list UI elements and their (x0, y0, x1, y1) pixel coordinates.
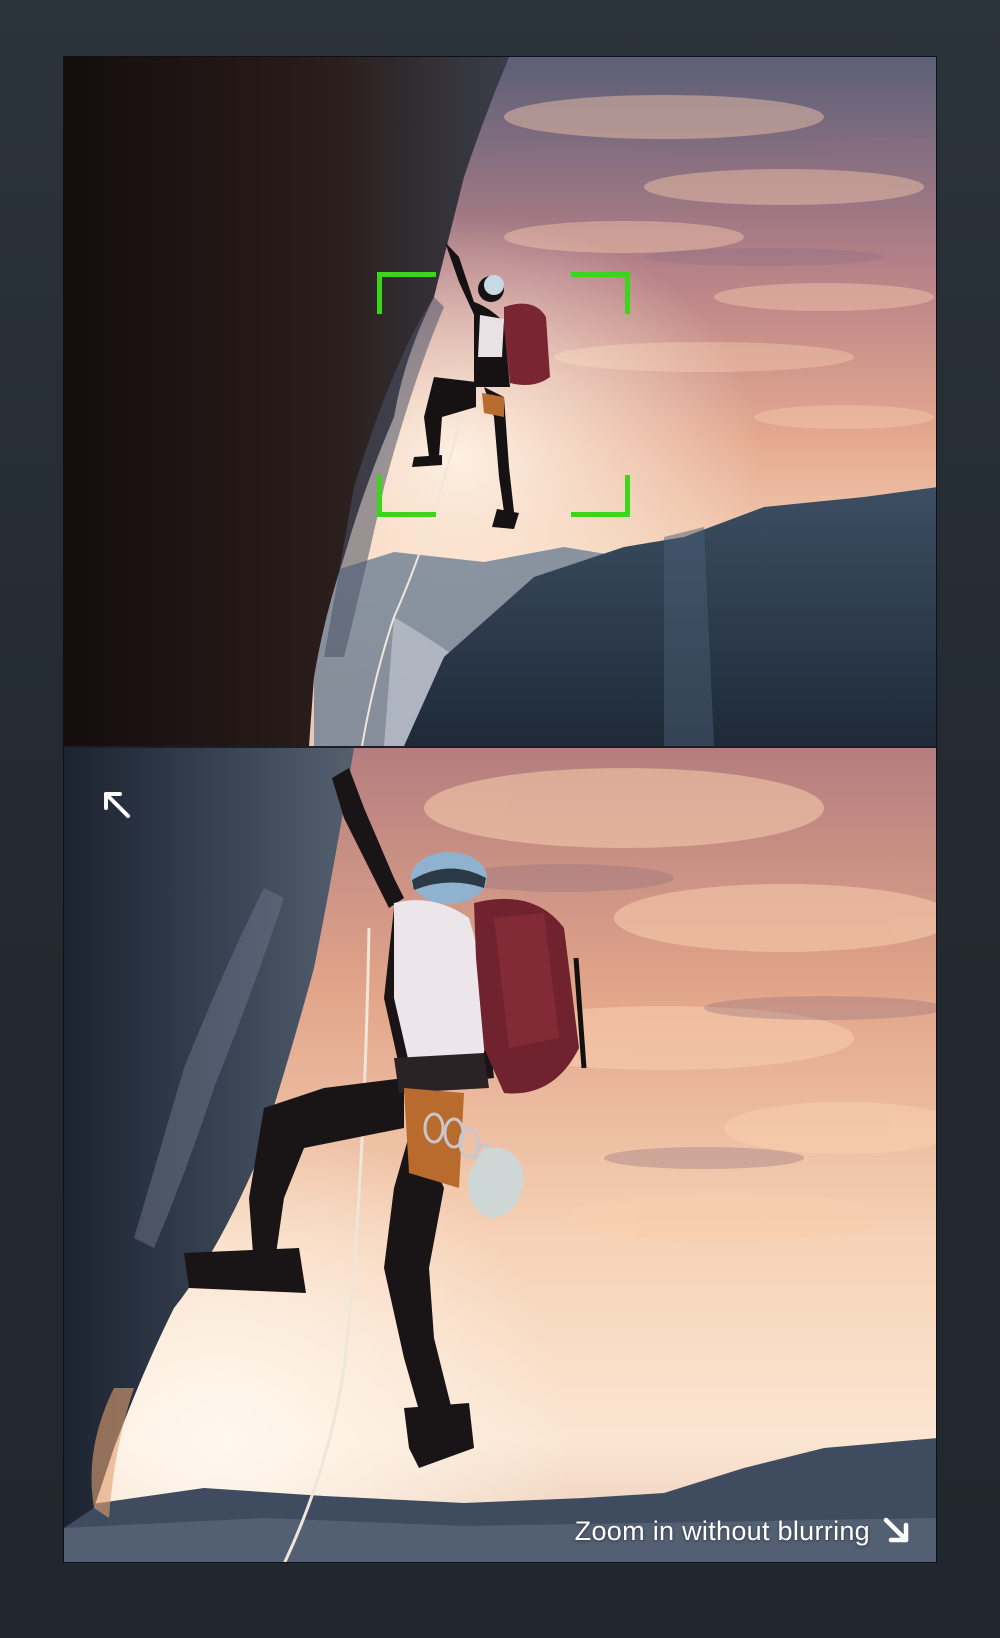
arrow-down-right-icon (883, 1517, 909, 1543)
zoomed-climber-photo (64, 748, 936, 1562)
original-image-panel (64, 57, 936, 746)
marker-corner-top-left (377, 272, 436, 314)
marker-corner-bottom-right (571, 475, 630, 517)
zoom-caption: Zoom in without blurring (575, 1514, 914, 1548)
marker-corner-bottom-left (377, 475, 436, 517)
zoom-region-marker (377, 272, 630, 517)
arrow-up-left-icon (104, 792, 130, 818)
comparison-frame: Zoom in without blurring (63, 56, 937, 1563)
zoomed-image-panel: Zoom in without blurring (64, 748, 936, 1562)
caption-text: Zoom in without blurring (574, 1515, 870, 1546)
marker-corner-top-right (571, 272, 630, 314)
